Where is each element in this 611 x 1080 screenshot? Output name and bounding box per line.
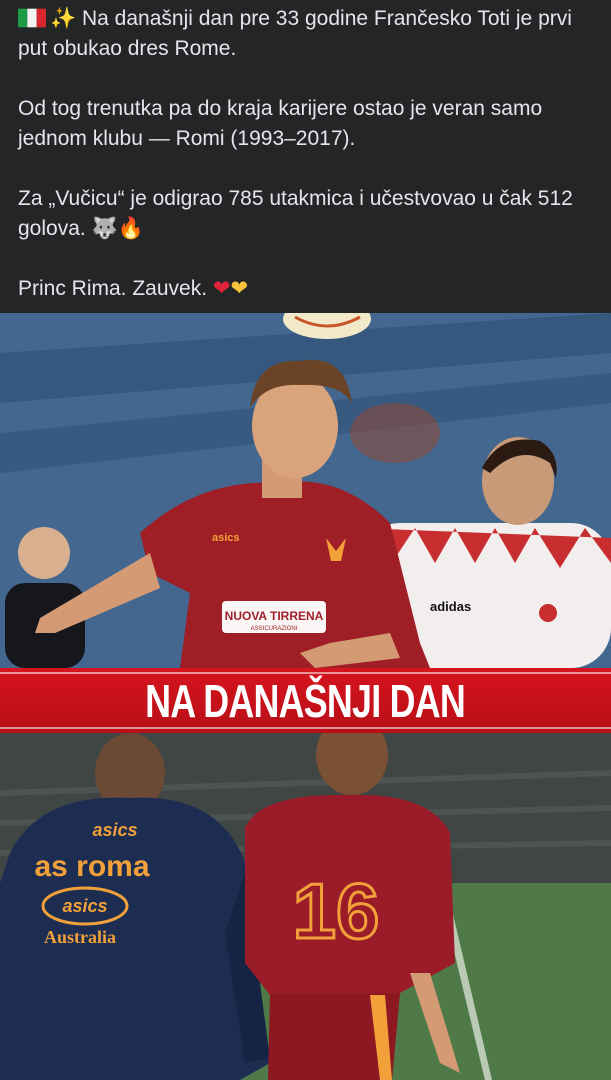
photo-totti-debut[interactable]: adidas NUOVA TIRRENA ASSICURAZIONI asics	[0, 313, 611, 668]
jacket-brand-text: asics	[92, 820, 137, 840]
caption-line-3: Za „Vučicu“ je odigrao 785 utakmica i uč…	[18, 184, 597, 244]
caption-text-1: Na današnji dan pre 33 godine Frančesko …	[18, 7, 572, 60]
banner-title: NA DANAŠNJI DAN	[145, 674, 467, 727]
sponsor-text: NUOVA TIRRENA	[225, 609, 324, 623]
sparkles-icon: ✨	[50, 7, 77, 30]
caption-text-2: Od tog trenutka pa do kraja karijere ost…	[18, 97, 543, 150]
kit-brand-text: asics	[212, 532, 240, 544]
shirt-number-text: 16	[293, 867, 380, 955]
caption-line-2: Od tog trenutka pa do kraja karijere ost…	[18, 94, 597, 154]
jacket-country-text: Australia	[44, 927, 116, 947]
on-this-day-banner: NA DANAŠNJI DAN	[0, 668, 611, 733]
photo-totti-farewell[interactable]: asics as roma asics Australia 16	[0, 733, 611, 1080]
post: ✨ Na današnji dan pre 33 godine Frančesk…	[0, 0, 611, 1080]
fire-icon: 🔥	[117, 217, 144, 240]
caption-line-1: ✨ Na današnji dan pre 33 godine Frančesk…	[18, 0, 597, 64]
banner-bottom-line	[0, 727, 611, 729]
opponent-brand-text: adidas	[430, 599, 471, 614]
photo-top-illustration: adidas NUOVA TIRRENA ASSICURAZIONI asics	[0, 313, 611, 668]
photo-bottom-illustration: asics as roma asics Australia 16	[0, 733, 611, 1080]
yellow-heart-icon: ❤	[230, 277, 249, 300]
post-caption: ✨ Na današnji dan pre 33 godine Frančesk…	[0, 0, 611, 313]
caption-line-4: Princ Rima. Zauvek. ❤❤	[18, 274, 597, 304]
italy-flag-icon	[18, 8, 46, 28]
red-heart-icon: ❤	[212, 277, 231, 300]
jacket-club-text: as roma	[34, 850, 149, 883]
wolf-icon: 🐺	[91, 217, 118, 240]
sponsor-sub-text: ASSICURAZIONI	[251, 626, 298, 632]
caption-text-4: Princ Rima. Zauvek.	[18, 277, 208, 300]
jacket-logo-text: asics	[62, 896, 107, 916]
